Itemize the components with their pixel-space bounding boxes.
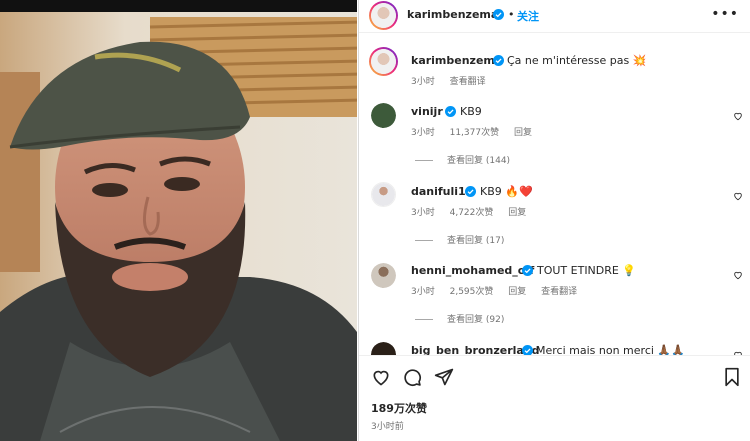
share-icon[interactable] <box>434 367 454 387</box>
reply-button[interactable]: 回复 <box>508 287 526 297</box>
comment-likes-count[interactable]: 11,377次赞 <box>450 128 500 138</box>
replies-line <box>415 319 433 320</box>
comment-text: KB9 🔥❤️ <box>480 185 533 198</box>
comment-text: KB9 <box>460 105 482 118</box>
heart-icon[interactable] <box>733 111 743 121</box>
view-replies-link[interactable]: 查看回复 (17) <box>415 233 504 246</box>
verified-badge-icon <box>465 186 476 197</box>
comment-avatar-image <box>371 342 396 355</box>
comment-text: Merci mais non merci 🙏🏾🙏🏾 <box>536 344 685 355</box>
view-replies-label: 查看回复 (92) <box>447 315 505 325</box>
reply-button[interactable]: 回复 <box>514 128 532 138</box>
view-replies-link[interactable]: 查看回复 (92) <box>415 312 504 325</box>
heart-icon[interactable] <box>371 367 391 387</box>
replies-line <box>415 160 433 161</box>
caption-time: 3小时 <box>411 77 435 87</box>
comment-likes-count[interactable]: 2,595次赞 <box>450 287 494 297</box>
top-bar <box>0 0 357 12</box>
follow-button[interactable]: 关注 <box>517 8 539 24</box>
comment-icon[interactable] <box>402 367 422 387</box>
post-photo-image <box>0 12 357 441</box>
separator-dot: • <box>508 8 515 21</box>
comment-time: 3小时 <box>411 128 435 138</box>
comment-username[interactable]: henni_mohamed_off <box>411 264 534 277</box>
reply-button[interactable]: 回复 <box>508 208 526 218</box>
comment-avatar[interactable] <box>371 263 396 288</box>
post-time: 3小时前 <box>371 422 404 432</box>
comment-meta: 3小时 2,595次赞 回复 查看翻译 <box>411 284 589 297</box>
view-replies-link[interactable]: 查看回复 (144) <box>415 153 510 166</box>
caption-avatar-image <box>371 49 396 74</box>
comment-time: 3小时 <box>411 208 435 218</box>
comment-meta: 3小时 4,722次赞 回复 <box>411 205 538 218</box>
verified-badge-icon <box>522 345 533 355</box>
caption-meta: 3小时 查看翻译 <box>411 74 498 87</box>
translate-link[interactable]: 查看翻译 <box>541 287 577 297</box>
author-avatar[interactable] <box>369 1 398 30</box>
caption-translate-link[interactable]: 查看翻译 <box>450 77 486 87</box>
post-header: karimbenzema • 关注 ••• <box>359 0 750 33</box>
view-replies-label: 查看回复 (144) <box>447 156 511 166</box>
comment-avatar[interactable] <box>371 182 396 207</box>
comment-meta: 3小时 11,377次赞 回复 <box>411 125 544 138</box>
comment-time: 3小时 <box>411 287 435 297</box>
caption-text: Ça ne m'intéresse pas 💥 <box>507 54 647 67</box>
verified-badge-icon <box>522 265 533 276</box>
replies-line <box>415 240 433 241</box>
heart-icon[interactable] <box>733 191 743 201</box>
view-replies-label: 查看回复 (17) <box>447 236 505 246</box>
comment-avatar[interactable] <box>371 342 396 355</box>
actions-divider <box>359 355 750 356</box>
author-username[interactable]: karimbenzema <box>407 8 498 21</box>
comment-avatar[interactable] <box>371 103 396 128</box>
comments-list[interactable]: karimbenzema Ça ne m'intéresse pas 💥 3小时… <box>359 33 750 355</box>
bookmark-icon[interactable] <box>723 367 741 387</box>
post-panel: karimbenzema • 关注 ••• karimbenzema Ça ne… <box>358 0 750 441</box>
more-horizontal-icon[interactable]: ••• <box>711 6 739 22</box>
comment-text: TOUT ETINDRE 💡 <box>537 264 637 277</box>
verified-badge-icon <box>493 55 504 66</box>
comment-avatar-image <box>371 103 396 128</box>
post-photo[interactable] <box>0 12 357 441</box>
comment-avatar-image <box>372 183 395 206</box>
comment-avatar-image <box>371 263 396 288</box>
author-avatar-image <box>371 3 396 28</box>
caption-avatar[interactable] <box>369 47 398 76</box>
likes-count[interactable]: 189万次赞 <box>371 400 427 416</box>
comment-username[interactable]: big_ben_bronzerland <box>411 344 540 355</box>
heart-icon[interactable] <box>733 270 743 280</box>
caption-username[interactable]: karimbenzema <box>411 54 502 67</box>
verified-badge-icon <box>493 9 504 20</box>
comment-username[interactable]: vinijr <box>411 105 443 118</box>
verified-badge-icon <box>445 106 456 117</box>
comment-likes-count[interactable]: 4,722次赞 <box>450 208 494 218</box>
